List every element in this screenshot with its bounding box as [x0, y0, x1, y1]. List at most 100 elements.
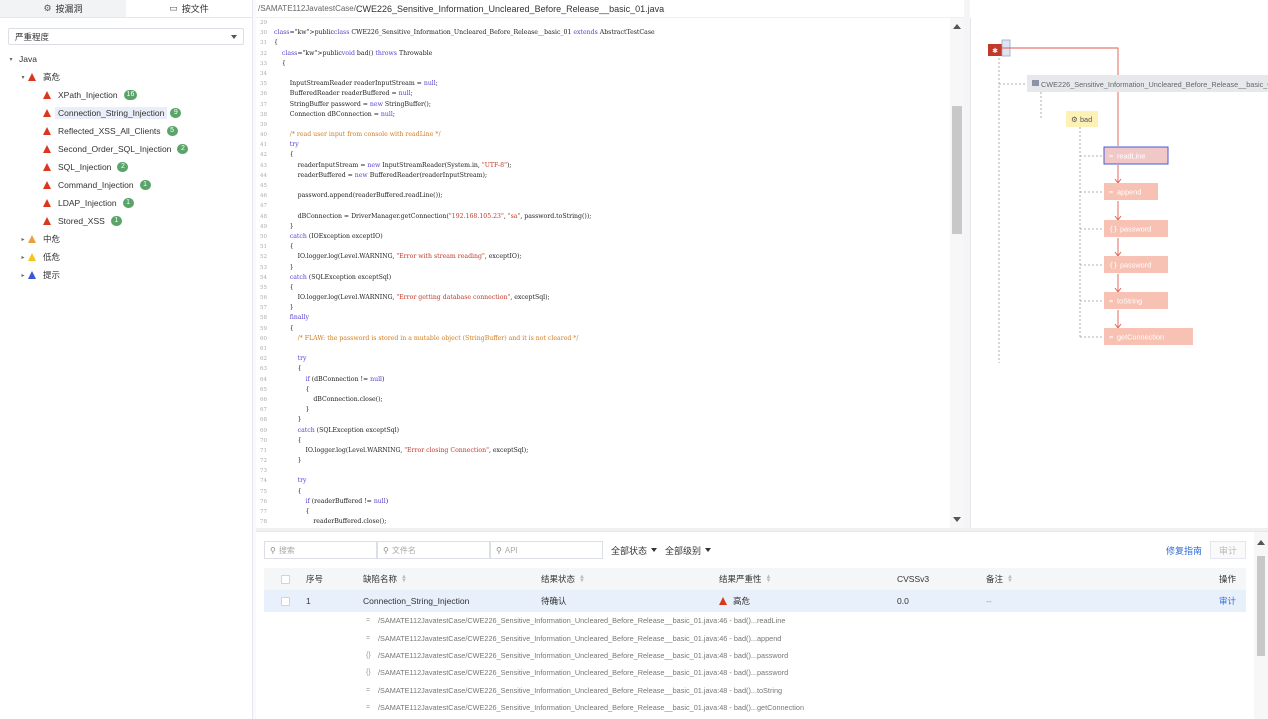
select-all-checkbox[interactable]: [280, 574, 290, 584]
tree-item[interactable]: Second_Order_SQL_Injection 2: [0, 140, 253, 158]
tree-group-info[interactable]: ▸ 提示: [0, 266, 253, 284]
filename-input[interactable]: ⚲ 文件名: [377, 541, 490, 559]
code-line: 54 catch (SQLException exceptSql): [256, 273, 950, 283]
scroll-up-icon[interactable]: [953, 24, 961, 29]
tab-by-vulnerability[interactable]: ⚙ 按漏洞: [0, 0, 126, 17]
braces-icon: {}: [1109, 262, 1117, 270]
line-number: 71: [260, 447, 267, 454]
tree-item-label: SQL_Injection: [58, 162, 112, 172]
chevron-right-icon[interactable]: ▸: [18, 272, 28, 279]
scroll-up-icon[interactable]: [1257, 540, 1265, 545]
filter-bar: ⚲ 搜索 ⚲ 文件名 ⚲ API 全部状态 全部级别: [264, 541, 712, 559]
trace-list: = /SAMATE112JavatestCase/CWE226_Sensitive…: [264, 612, 1246, 716]
results-table: 序号 缺陷名称 ▲ ▼ 结果状态 ▲ ▼ 结果严重性 ▲ ▼ CVSSv3 备注 ▲ ▼ 操作 …: [264, 568, 1246, 716]
trace-item[interactable]: = /SAMATE112JavatestCase/CWE226_Sensitive…: [264, 682, 1246, 699]
tree-item[interactable]: Command_Injection 1: [0, 176, 253, 194]
row-status: 待确认: [541, 596, 567, 606]
severity-select[interactable]: 严重程度: [8, 28, 244, 45]
tree-group-high[interactable]: ▾ 高危: [0, 68, 253, 86]
line-number: 38: [260, 111, 267, 118]
sort-icon[interactable]: ▲ ▼: [401, 574, 407, 584]
tree-group-medium[interactable]: ▸ 中危: [0, 230, 253, 248]
code-view[interactable]: 29 30 class="kw">public class CWE226_Sensi…: [256, 18, 950, 528]
filename-placeholder: 文件名: [391, 545, 416, 555]
col-note-label: 备注: [986, 574, 1004, 584]
equals-icon: =: [1109, 334, 1113, 342]
line-text: catch (SQLException exceptSql): [289, 273, 392, 281]
equals-icon: =: [1109, 153, 1113, 161]
sort-icon[interactable]: ▲ ▼: [579, 574, 585, 584]
fix-guide-link[interactable]: 修复指南: [1166, 544, 1202, 557]
col-note[interactable]: 备注 ▲ ▼: [986, 573, 1186, 585]
tree-item[interactable]: Stored_XSS 1: [0, 212, 253, 230]
equals-icon: =: [366, 634, 371, 642]
table-row[interactable]: 1 Connection_String_Injection 待确认 高危 0.0…: [264, 590, 1246, 612]
code-scrollbar[interactable]: [950, 18, 964, 528]
tree-item[interactable]: XPath_Injection 16: [0, 86, 253, 104]
line-text: {: [274, 39, 278, 47]
chevron-down-icon[interactable]: ▾: [6, 56, 16, 63]
scroll-down-icon[interactable]: [953, 517, 961, 522]
row-checkbox[interactable]: [280, 596, 290, 606]
trace-text: /SAMATE112JavatestCase/CWE226_Sensitive_…: [378, 703, 805, 713]
graph-canvas: ✱ CWE226_Sensitive_Information_Uncleared…: [988, 39, 1268, 363]
trace-item[interactable]: {} /SAMATE112JavatestCase/CWE226_Sensitiv…: [264, 647, 1246, 664]
sort-icon[interactable]: ▲ ▼: [1007, 574, 1013, 584]
status-filter[interactable]: 全部状态: [611, 544, 658, 557]
col-name[interactable]: 缺陷名称 ▲ ▼: [363, 573, 541, 585]
line-number: 57: [260, 305, 267, 312]
level-filter[interactable]: 全部级别: [665, 544, 712, 557]
api-input[interactable]: ⚲ API: [490, 541, 603, 559]
audit-button[interactable]: 审计: [1209, 541, 1246, 559]
tree-item[interactable]: SQL_Injection 2: [0, 158, 253, 176]
scroll-thumb[interactable]: [952, 106, 962, 234]
code-line: 67 }: [256, 405, 950, 415]
row-audit-link[interactable]: 审计: [1186, 595, 1246, 607]
file-path: /SAMATE112JavatestCase/CWE226_Sensitive_…: [256, 0, 964, 18]
tab-by-file[interactable]: ▭ 按文件: [126, 0, 252, 17]
code-line: 66 dBConnection.close();: [256, 395, 950, 405]
app-window: ⚙ 按漏洞 ▭ 按文件 严重程度 ▾ Java ▾ 高危 XPath_Injection…: [0, 0, 1268, 719]
tree-item[interactable]: Reflected_XSS_All_Clients 5: [0, 122, 253, 140]
tree-item[interactable]: LDAP_Injection 1: [0, 194, 253, 212]
trace-item[interactable]: = /SAMATE112JavatestCase/CWE226_Sensitive…: [264, 629, 1246, 646]
tree-root-java[interactable]: ▾ Java: [0, 50, 253, 68]
braces-icon: {}: [366, 651, 371, 659]
graph-steps: = readLine= append{} password{} password= toS…: [1103, 146, 1193, 345]
chevron-right-icon[interactable]: ▸: [18, 236, 28, 243]
results-scrollbar[interactable]: [1254, 532, 1268, 719]
trace-item[interactable]: {} /SAMATE112JavatestCase/CWE226_Sensitiv…: [264, 664, 1246, 681]
chevron-down-icon[interactable]: ▾: [18, 74, 28, 81]
line-number: 29: [260, 20, 267, 26]
sort-icon[interactable]: ▲ ▼: [766, 574, 772, 584]
line-number: 54: [260, 274, 267, 281]
line-text: {: [274, 151, 294, 159]
line-number: 76: [260, 498, 267, 505]
high-severity-icon: [43, 145, 51, 153]
flow-step-label: password: [1120, 225, 1151, 234]
col-status[interactable]: 结果状态 ▲ ▼: [541, 573, 719, 585]
code-line: 39: [256, 120, 950, 130]
chevron-right-icon[interactable]: ▸: [18, 254, 28, 261]
line-text: {: [274, 283, 294, 291]
line-text: Connection dBConnection = null;: [274, 110, 395, 118]
code-line: 36 BufferedReader readerBuffered = null;: [256, 89, 950, 99]
high-severity-icon: [43, 109, 51, 117]
code-line: 38 Connection dBConnection = null;: [256, 110, 950, 120]
equals-icon: =: [366, 704, 371, 712]
line-text: {: [274, 243, 294, 251]
line-number: 64: [260, 376, 267, 383]
code-line: 34: [256, 69, 950, 79]
tree-item[interactable]: Connection_String_Injection 9: [0, 104, 253, 122]
dataflow-graph[interactable]: ✱ CWE226_Sensitive_Information_Uncleared…: [970, 18, 1268, 528]
tree-group-low[interactable]: ▸ 低危: [0, 248, 253, 266]
search-input[interactable]: ⚲ 搜索: [264, 541, 377, 559]
col-severity[interactable]: 结果严重性 ▲ ▼: [719, 573, 897, 585]
scroll-thumb[interactable]: [1257, 556, 1265, 656]
trace-item[interactable]: = /SAMATE112JavatestCase/CWE226_Sensitive…: [264, 699, 1246, 716]
code-line: 75 {: [256, 487, 950, 497]
trace-text: /SAMATE112JavatestCase/CWE226_Sensitive_…: [378, 668, 789, 678]
line-number: 48: [260, 213, 267, 220]
line-text: BufferedReader readerBuffered = null;: [274, 90, 413, 98]
trace-item[interactable]: = /SAMATE112JavatestCase/CWE226_Sensitive…: [264, 612, 1246, 629]
